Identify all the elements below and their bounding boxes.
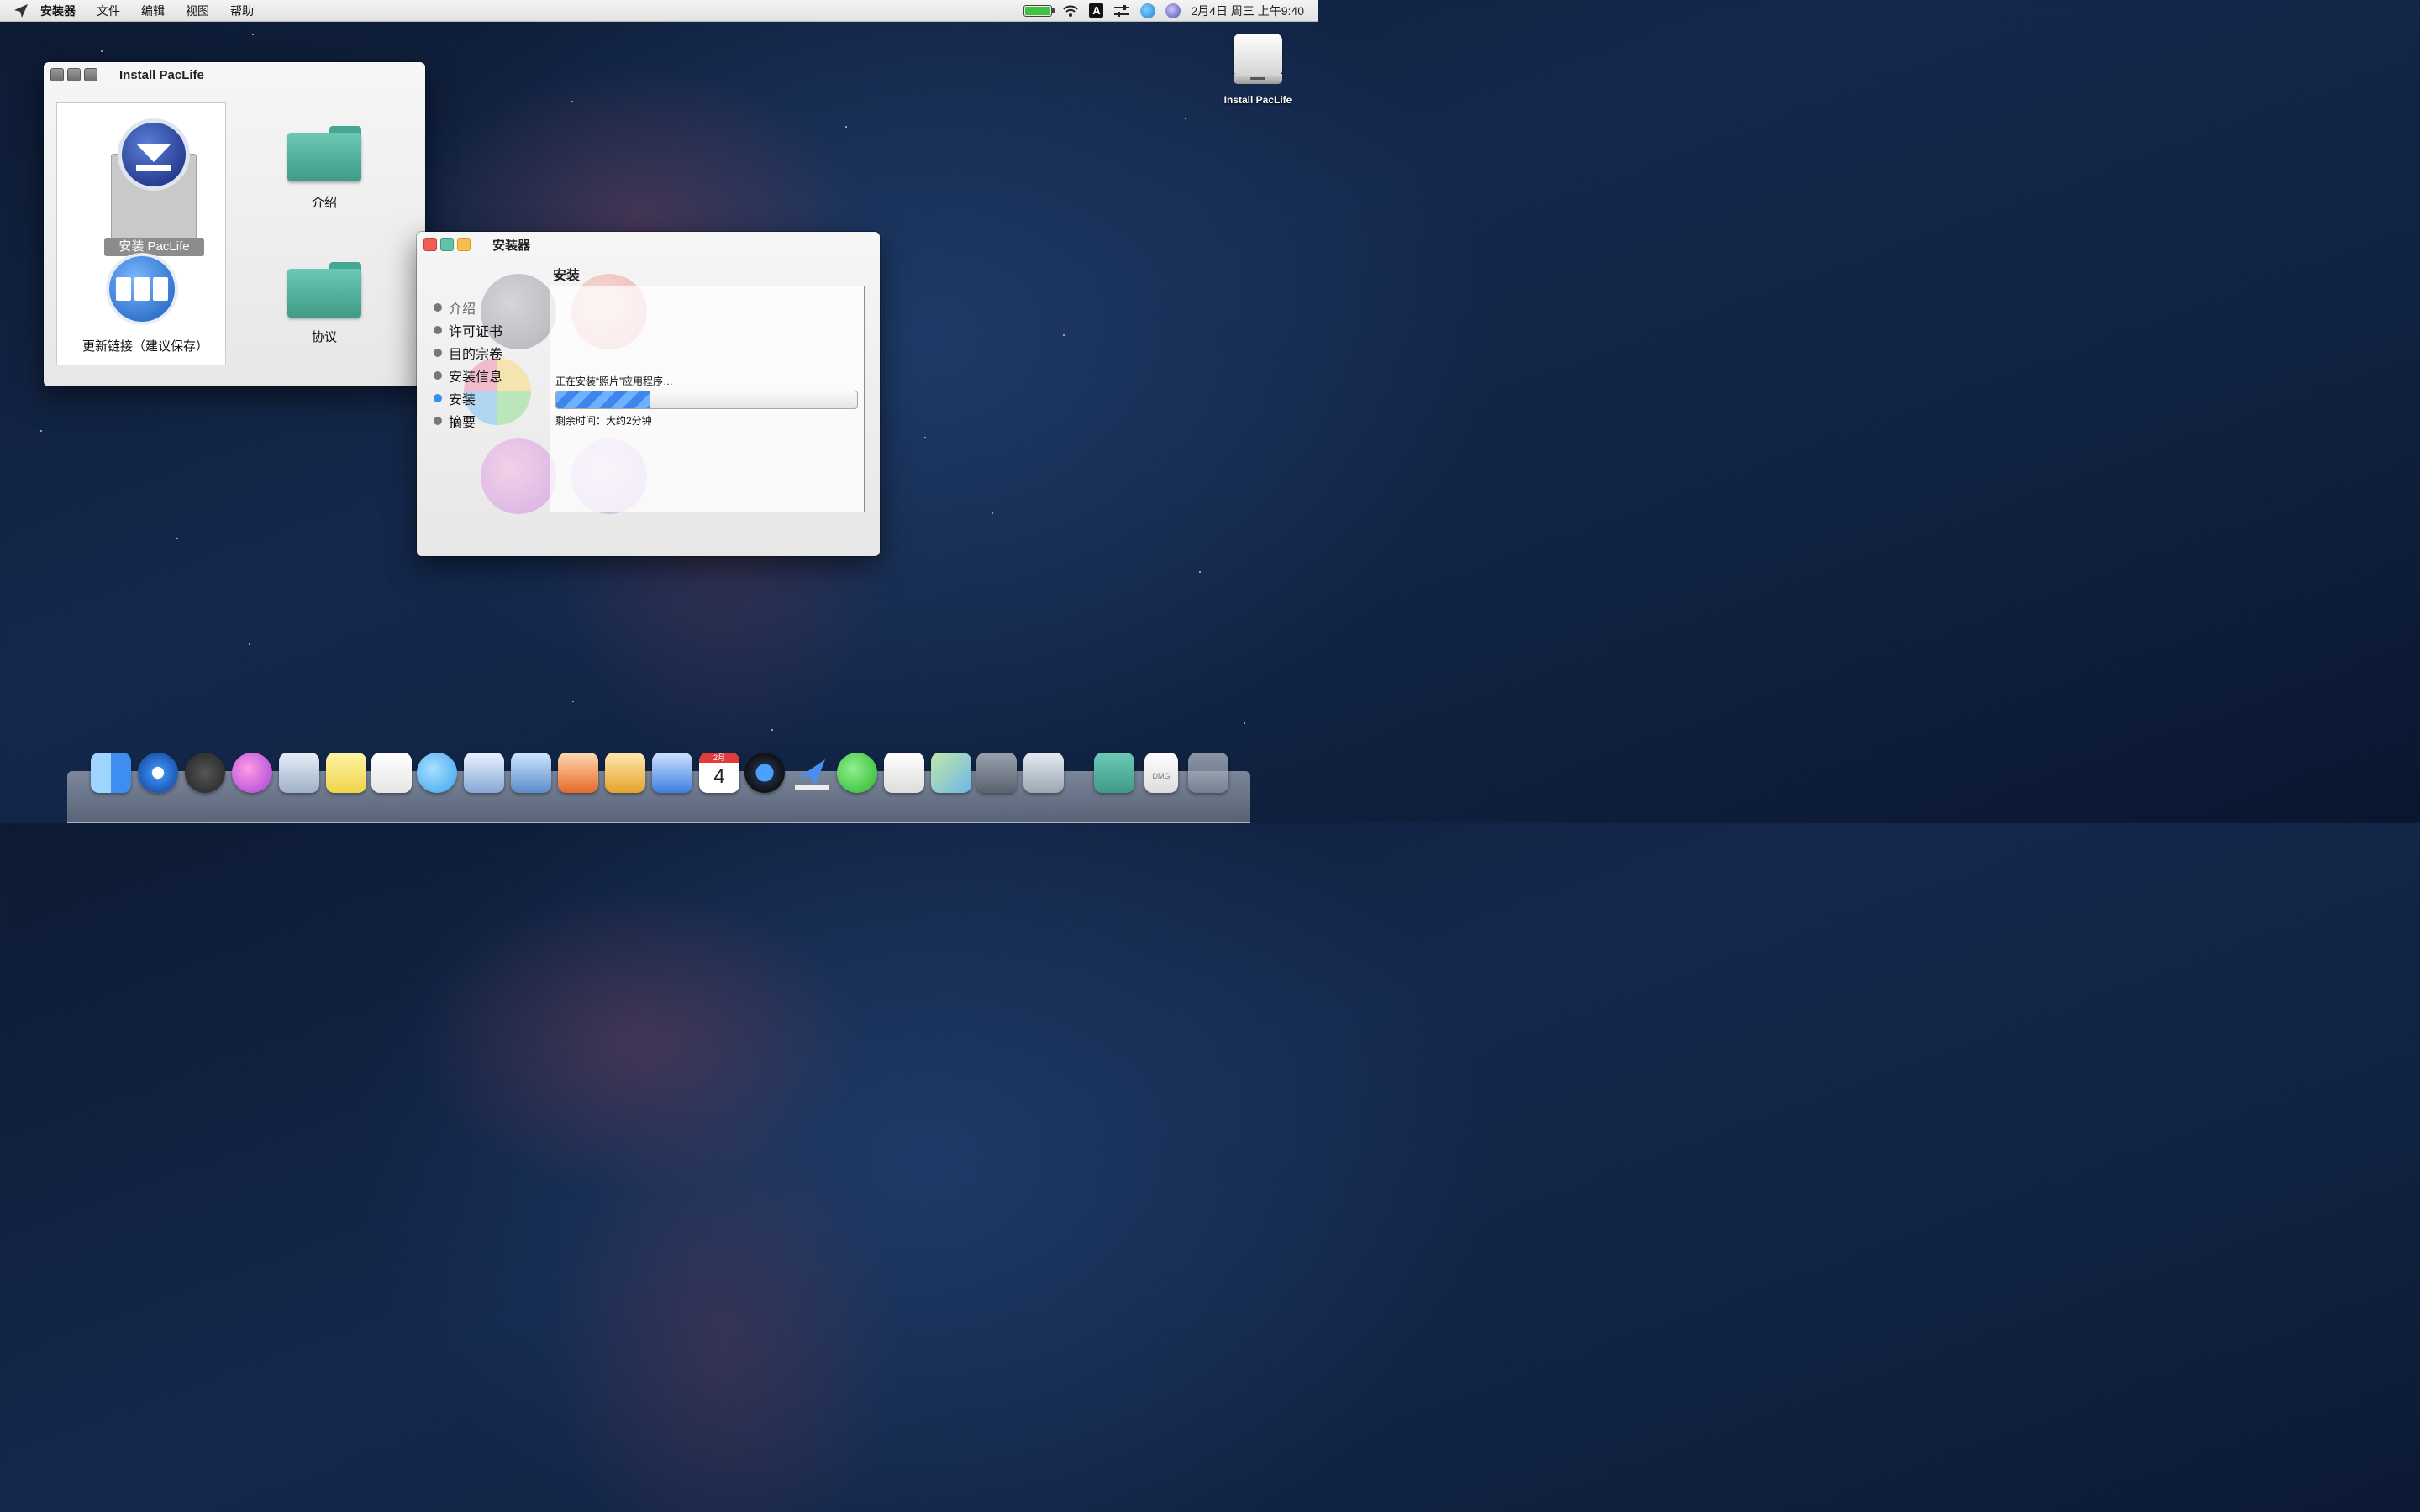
input-method-icon[interactable]: A [1089,3,1104,18]
installer-section-title: 安装 [553,269,581,283]
spotlight-icon[interactable] [1140,3,1156,18]
battery-icon[interactable] [1023,4,1055,17]
installer-titlebar[interactable]: 安装器 [417,232,880,257]
install-progress-fill [556,391,650,408]
desktop-disk-icon[interactable] [1234,34,1282,86]
maps-icon[interactable] [931,753,971,793]
calendar-month: 2月 [699,753,739,763]
finder-close-button[interactable] [50,68,64,81]
update-link-label[interactable]: 更新链接（建议保存） [66,337,225,354]
desktop-disk-label[interactable]: Install PacLife [1207,94,1308,106]
finder-left-pane: 安装 PacLife 更新链接（建议保存） [56,102,226,365]
menu-view[interactable]: 视图 [186,3,209,19]
downloads-icon[interactable] [1023,753,1064,793]
finder-icon[interactable] [91,753,131,793]
step-install: 安装 [434,386,502,409]
dmg-icon[interactable]: DMG [1144,753,1178,793]
textedit-icon[interactable] [884,753,924,793]
installer-minimize-button[interactable] [457,238,471,251]
pages-icon[interactable] [558,753,598,793]
wechat-icon[interactable] [837,753,877,793]
folder-icon[interactable] [1094,753,1134,793]
preview-icon[interactable] [511,753,551,793]
launchpad-icon[interactable] [185,753,225,793]
calendar-icon[interactable]: 2月 4 [699,753,739,793]
intro-folder-icon[interactable] [287,126,363,183]
numbers-icon[interactable] [652,753,692,793]
finder-minimize-button[interactable] [67,68,81,81]
step-summary: 摘要 [434,409,502,432]
menu-bar: 安装器 文件 编辑 视图 帮助 A 2月4日 周三 上午9:40 [0,0,1318,22]
reminders-icon[interactable] [371,753,412,793]
contacts-icon[interactable] [464,753,504,793]
wifi-icon[interactable] [1062,4,1079,18]
install-progress-bar [555,391,858,409]
menu-edit[interactable]: 编辑 [141,3,165,19]
music-icon [481,438,556,514]
step-intro: 介绍 [434,296,502,318]
sliders-icon[interactable] [1113,4,1130,18]
messages-icon[interactable] [417,753,457,793]
notes-icon[interactable] [326,753,366,793]
update-link-icon[interactable] [104,251,180,327]
location-arrow-icon[interactable] [13,3,29,18]
finder-window: Install PacLife 安装 PacLife 更新链接（建议保存） 介绍… [44,62,425,386]
siri-icon[interactable] [1165,3,1181,18]
finder-titlebar[interactable]: Install PacLife [44,62,425,87]
step-license: 许可证书 [434,318,502,341]
install-status-text: 正在安装“照片”应用程序… [555,375,673,387]
installer-zoom-button[interactable] [440,238,454,251]
paperclip-icon[interactable] [792,753,832,793]
intro-folder-label[interactable]: 介绍 [287,193,361,211]
step-destination: 目的宗卷 [434,341,502,364]
safari-icon[interactable] [138,753,178,793]
installer-content-panel: 正在安装“照片”应用程序… 剩余时间：大约2分钟 [550,286,865,512]
agreement-folder-icon[interactable] [287,262,363,319]
menu-help[interactable]: 帮助 [230,3,254,19]
finder-window-title: Install PacLife [119,67,204,82]
keynote-icon[interactable] [605,753,645,793]
installer-window-title: 安装器 [492,238,531,253]
installer-close-button[interactable] [424,238,437,251]
time-machine-icon[interactable] [744,753,785,793]
trash-icon[interactable] [1188,753,1228,793]
itunes-icon[interactable] [232,753,272,793]
installer-window: 安装器 介绍 许可证书 目的宗卷 安装信息 安装 摘要 安装 正在安装“照片”应… [417,232,880,556]
utility-icon[interactable] [976,753,1017,793]
menu-clock[interactable]: 2月4日 周三 上午9:40 [1191,3,1304,19]
install-package-icon[interactable] [116,117,192,192]
menu-file[interactable]: 文件 [97,3,120,19]
finder-zoom-button[interactable] [84,68,97,81]
mail-icon[interactable] [279,753,319,793]
step-install-info: 安装信息 [434,364,502,386]
agreement-folder-label[interactable]: 协议 [287,328,361,345]
installer-steps: 介绍 许可证书 目的宗卷 安装信息 安装 摘要 [434,296,502,432]
menu-app-name[interactable]: 安装器 [40,3,76,19]
time-remaining-text: 剩余时间：大约2分钟 [555,415,652,427]
calendar-day: 4 [713,765,725,788]
